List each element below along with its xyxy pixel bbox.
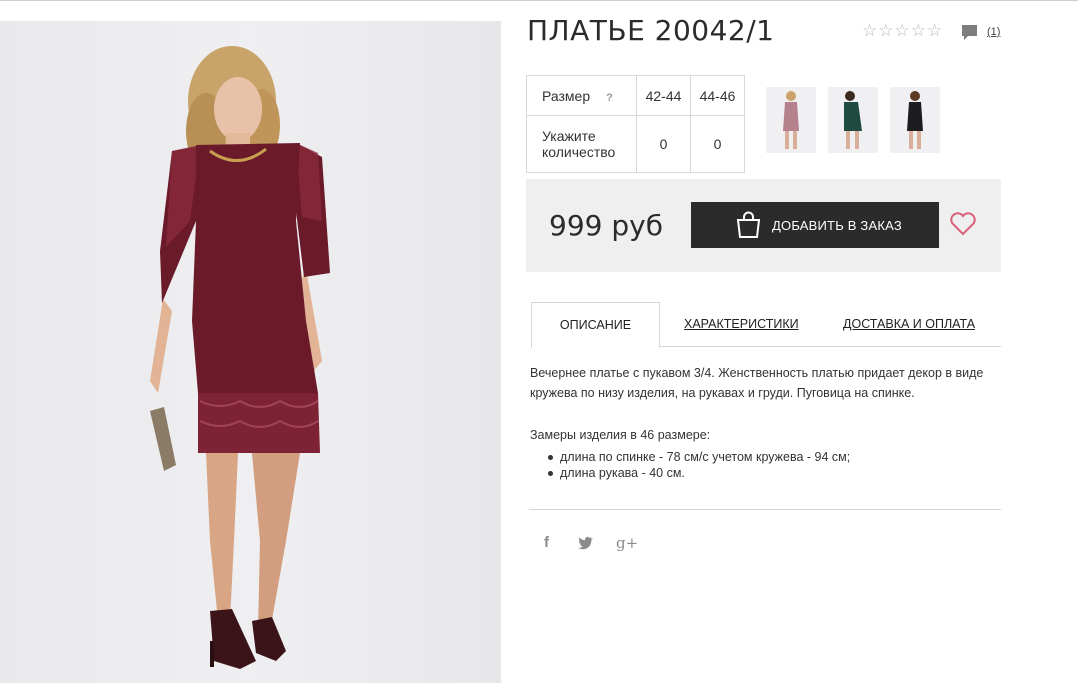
thumbnail-green[interactable]	[828, 87, 878, 153]
heart-icon[interactable]	[949, 211, 977, 237]
size-option-42-44: 42-44	[636, 75, 691, 116]
thumbnail-image	[844, 91, 862, 149]
star-icon[interactable]: ☆	[878, 22, 893, 40]
thumbnail-black[interactable]	[890, 87, 940, 153]
tab-description[interactable]: ОПИСАНИЕ	[531, 302, 660, 348]
product-price: 999 руб	[549, 209, 663, 242]
star-icon[interactable]: ☆	[911, 22, 926, 40]
size-quantity-table: Размер? 42-44 44-46 Укажите количество 0…	[526, 75, 745, 173]
measures-list: длина по спинке - 78 см/с учетом кружева…	[548, 449, 850, 481]
product-title: ПЛАТЬЕ 20042/1	[527, 14, 775, 47]
list-item: длина рукава - 40 см.	[548, 465, 850, 481]
size-help-icon[interactable]: ?	[606, 92, 613, 104]
thumbnail-image	[907, 91, 923, 149]
facebook-icon[interactable]: f	[544, 534, 549, 551]
section-divider	[529, 509, 1001, 510]
rating-stars[interactable]: ☆ ☆ ☆ ☆ ☆	[862, 22, 942, 40]
size-label: Размер	[542, 87, 591, 104]
quantity-label: Укажите количество	[526, 115, 637, 173]
product-main-image[interactable]	[0, 21, 501, 683]
size-label-cell: Размер?	[526, 75, 637, 116]
dress-model-illustration	[150, 46, 330, 669]
tab-characteristics[interactable]: ХАРАКТЕРИСТИКИ	[684, 302, 799, 347]
twitter-icon[interactable]	[578, 536, 594, 550]
comment-icon[interactable]	[961, 24, 978, 41]
add-to-order-label: ДОБАВИТЬ В ЗАКАЗ	[772, 217, 902, 233]
star-icon[interactable]: ☆	[862, 22, 877, 40]
quantity-input-42-44[interactable]: 0	[636, 115, 691, 173]
measures-title: Замеры изделия в 46 размере:	[530, 428, 711, 442]
star-icon[interactable]: ☆	[927, 22, 942, 40]
list-item: длина по спинке - 78 см/с учетом кружева…	[548, 449, 850, 465]
reviews-count-link[interactable]: (1)	[987, 26, 1000, 38]
thumbnail-image	[783, 91, 799, 149]
top-divider	[0, 0, 1078, 1]
tab-delivery-payment[interactable]: ДОСТАВКА И ОПЛАТА	[843, 302, 975, 347]
product-description: Вечернее платье с пукавом 3/4. Женственн…	[530, 366, 984, 400]
google-plus-icon[interactable]: g+	[616, 534, 638, 552]
size-option-44-46: 44-46	[690, 75, 745, 116]
add-to-order-button[interactable]: ДОБАВИТЬ В ЗАКАЗ	[691, 202, 939, 248]
quantity-input-44-46[interactable]: 0	[690, 115, 745, 173]
purchase-panel: 999 руб ДОБАВИТЬ В ЗАКАЗ	[526, 179, 1001, 272]
thumbnail-burgundy[interactable]	[766, 87, 816, 153]
shopping-bag-icon	[736, 211, 761, 238]
product-tabs: ОПИСАНИЕ ХАРАКТЕРИСТИКИ ДОСТАВКА И ОПЛАТ…	[531, 302, 1001, 348]
star-icon[interactable]: ☆	[895, 22, 910, 40]
